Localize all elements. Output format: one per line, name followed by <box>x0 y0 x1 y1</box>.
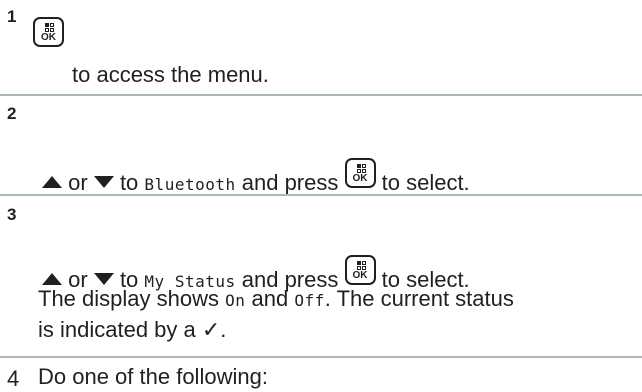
step-number: 2 <box>7 104 17 123</box>
ok-label: OK <box>41 32 56 43</box>
step-number: 3 <box>7 205 17 224</box>
menu-ok-button-icon: OK <box>33 17 64 47</box>
step-text: Do one of the following: <box>38 364 268 389</box>
step-instruction: or to Bluetooth and press OK to select. <box>42 158 470 198</box>
divider <box>0 356 642 358</box>
up-arrow-icon <box>42 273 62 285</box>
down-arrow-icon <box>93 176 114 188</box>
step-number: 4 <box>7 366 20 391</box>
status-option-off: Off <box>294 291 325 310</box>
step-number: 1 <box>7 7 17 26</box>
divider <box>0 194 642 196</box>
menu-ok-button-icon: OK <box>344 158 376 188</box>
step-detail: is indicated by a ✓. <box>38 317 227 342</box>
up-arrow-icon <box>42 176 62 188</box>
down-arrow-icon <box>93 273 114 285</box>
menu-ok-button-icon: OK <box>344 255 376 285</box>
menu-item-name: Bluetooth <box>144 175 236 194</box>
step-text: to access the menu. <box>72 62 269 87</box>
step-detail: The display shows On and Off. The curren… <box>38 286 514 311</box>
divider <box>0 94 642 96</box>
status-option-on: On <box>225 291 246 310</box>
